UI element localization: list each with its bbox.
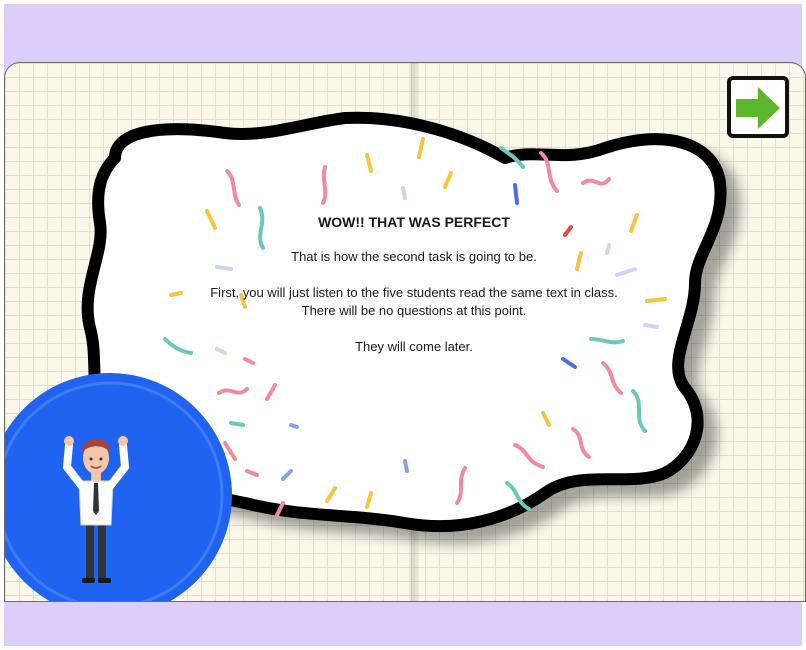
message-title: WOW!! THAT WAS PERFECT <box>318 214 510 230</box>
confetti-piece <box>289 423 299 429</box>
confetti-piece <box>513 183 519 205</box>
confetti-piece <box>643 323 659 329</box>
confetti-piece <box>403 459 409 473</box>
message-block-2: First, you will just listen to the five … <box>185 284 643 320</box>
right-arrow-icon <box>736 87 780 129</box>
presenter-avatar <box>5 373 232 601</box>
confetti-piece <box>321 165 328 205</box>
confetti-piece <box>401 186 407 200</box>
confetti-piece <box>169 291 183 297</box>
message-line-1: That is how the second task is going to … <box>291 249 537 264</box>
confetti-piece <box>645 297 667 303</box>
message-line-2: First, you will just listen to the five … <box>210 285 618 300</box>
notebook-stage: WOW!! THAT WAS PERFECT That is how the s… <box>4 62 806 602</box>
message-line-3: There will be no questions at this point… <box>301 303 527 318</box>
message-panel: WOW!! THAT WAS PERFECT That is how the s… <box>185 213 643 356</box>
message-line-4: They will come later. <box>355 339 473 354</box>
next-button[interactable] <box>727 76 789 138</box>
